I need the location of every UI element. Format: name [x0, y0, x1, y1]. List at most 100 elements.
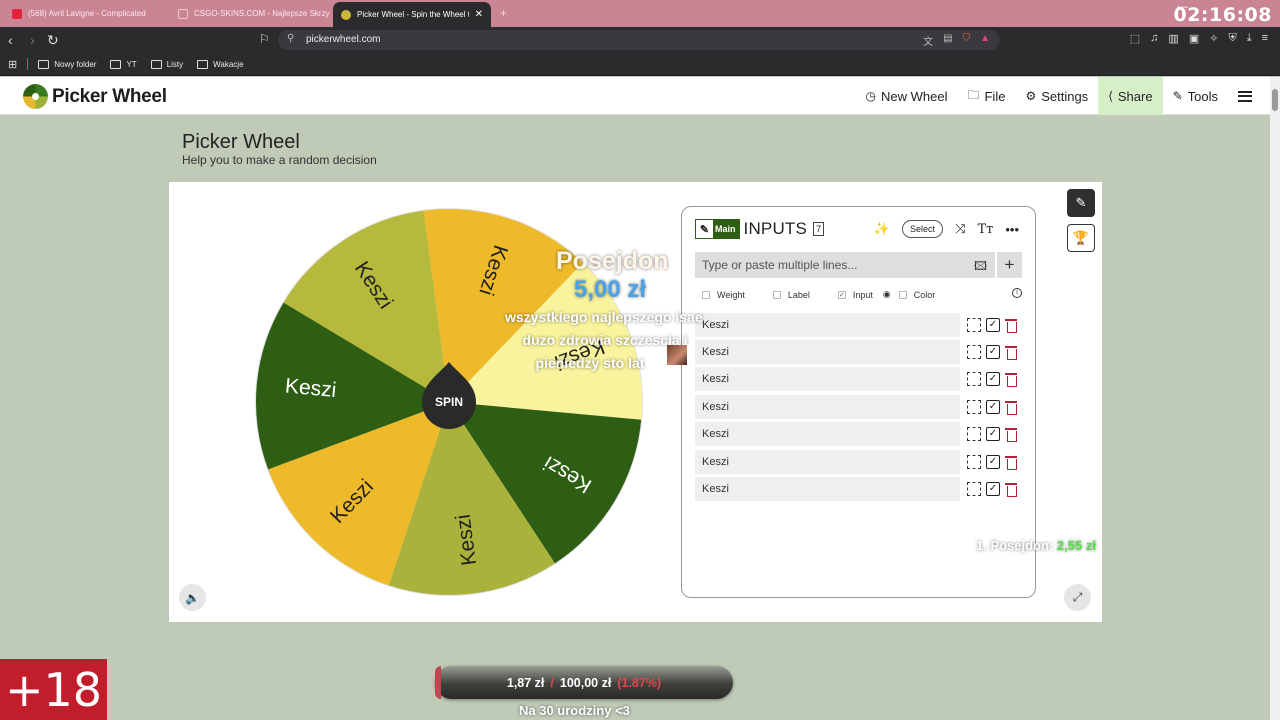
media-icon[interactable]: ♫ [1150, 32, 1158, 45]
reload-icon[interactable]: ↻ [47, 31, 59, 49]
fullscreen-button[interactable]: ⤢ [1064, 584, 1091, 611]
eye-icon[interactable]: ◉ [883, 289, 891, 300]
trash-icon[interactable] [1005, 482, 1017, 498]
top-donor: 1. Posejdon: 2,55 zł [976, 538, 1096, 553]
entry-checkbox[interactable]: ✓ [986, 482, 1000, 497]
bookmark-folder[interactable]: Listy [150, 59, 183, 69]
nav-file[interactable]: 🗀 File [957, 77, 1015, 115]
input-checkbox[interactable]: ✓ [837, 290, 846, 299]
entry-checkbox[interactable]: ✓ [986, 399, 1000, 414]
extensions-icon[interactable]: ⬚ [1130, 32, 1140, 45]
site-header: Picker Wheel ◷ New Wheel 🗀 File ⚙ Settin… [0, 77, 1270, 115]
shuffle-icon[interactable]: ⤨ [955, 221, 965, 237]
option-label[interactable]: Label [772, 289, 810, 300]
entry-text[interactable]: Keszi [695, 367, 960, 392]
forward-icon[interactable]: › [30, 31, 35, 49]
edit-inputs-button[interactable]: ✎ [1067, 189, 1095, 217]
trash-icon[interactable] [1005, 318, 1017, 333]
new-tab-button[interactable]: + [500, 6, 507, 20]
leo-ai-icon[interactable]: ✧ [1209, 32, 1218, 45]
tab-picker-wheel[interactable]: Picker Wheel - Spin the Wheel to ✕ [333, 2, 491, 27]
page-scrollbar[interactable] [1270, 77, 1280, 720]
translate-icon[interactable]: 文 [923, 33, 933, 48]
entry-checkbox[interactable]: ✓ [986, 317, 1000, 332]
bookmark-folder[interactable]: YT [110, 59, 137, 69]
donor-avatar [667, 345, 687, 365]
brave-shield-icon[interactable]: ⛉ [963, 33, 971, 48]
more-options-icon[interactable]: ••• [1005, 222, 1019, 237]
goal-target: 100,00 zł [559, 675, 612, 690]
duplicate-icon[interactable] [967, 482, 981, 497]
sound-toggle-button[interactable]: 🔈 [179, 584, 206, 611]
folder-icon [150, 59, 162, 69]
tab-csgo-skins[interactable]: CSGO-SKINS.COM - Najlepsze Skrzynki [170, 2, 330, 25]
bookmark-folder[interactable]: Wakacje [197, 59, 244, 69]
bookmark-label: YT [126, 59, 137, 69]
brave-rewards-icon[interactable]: ▲ [980, 33, 990, 48]
menu-icon[interactable]: ≡ [1262, 32, 1268, 45]
download-icon[interactable]: ⤓ [1247, 32, 1252, 45]
apps-grid-icon[interactable]: ⊞ [8, 58, 17, 71]
donation-message-line: wszystkiego najlepszego isae [505, 309, 703, 325]
nav-settings[interactable]: ⚙ Settings [1015, 77, 1098, 115]
entry-text[interactable]: Keszi [695, 312, 960, 337]
entry-checkbox[interactable]: ✓ [986, 372, 1000, 387]
main-tab[interactable]: ✎ Main [695, 219, 740, 239]
select-button[interactable]: Select [902, 220, 944, 238]
info-icon[interactable]: i [1012, 288, 1022, 298]
color-checkbox[interactable] [898, 290, 907, 299]
nav-share[interactable]: ⟨ Share [1098, 77, 1163, 115]
back-icon[interactable]: ‹ [8, 31, 13, 49]
image-upload-icon[interactable]: 🖾 [974, 257, 987, 278]
vpn-icon[interactable]: ⛨ [1228, 32, 1236, 45]
entry-text[interactable]: Keszi [695, 394, 960, 419]
results-button[interactable]: 🏆 [1067, 224, 1095, 252]
add-entry-button[interactable]: + [997, 252, 1022, 278]
trophy-icon: 🏆 [1072, 230, 1090, 245]
weight-checkbox[interactable] [702, 290, 710, 299]
entry-input[interactable]: Type or paste multiple lines... 🖾 [695, 252, 995, 278]
duplicate-icon[interactable] [967, 372, 981, 387]
nav-new-wheel[interactable]: ◷ New Wheel [856, 77, 958, 115]
entry-checkbox[interactable]: ✓ [986, 345, 1000, 360]
option-label: Label [787, 289, 810, 300]
trash-icon[interactable] [1005, 455, 1017, 470]
bookmark-icon[interactable]: ⚐ [259, 32, 270, 46]
duplicate-icon[interactable] [967, 317, 981, 332]
duplicate-icon[interactable] [967, 345, 981, 360]
entry-checkbox[interactable]: ✓ [986, 427, 1000, 442]
trash-icon[interactable] [1005, 427, 1017, 443]
entry-text[interactable]: Keszi [695, 477, 960, 502]
entry-text[interactable]: Keszi [695, 340, 960, 365]
duplicate-icon[interactable] [967, 399, 981, 414]
trash-icon[interactable] [1005, 372, 1017, 388]
address-bar[interactable]: ⚲ pickerwheel.com 文 ▤ ⛉ ▲ [278, 30, 1000, 50]
label-checkbox[interactable] [772, 290, 781, 299]
sidebar-icon[interactable]: ▥ [1168, 32, 1178, 45]
option-color[interactable]: Color [898, 290, 935, 300]
entry-text[interactable]: Keszi [695, 449, 960, 474]
close-tab-icon[interactable]: ✕ [475, 9, 483, 20]
tab-youtube[interactable]: (568) Avril Lavigne - Complicated [4, 2, 167, 25]
logo-text: Picker Wheel [52, 85, 167, 107]
trash-icon[interactable] [1005, 345, 1017, 361]
duplicate-icon[interactable] [967, 427, 981, 442]
nav-tools[interactable]: ✎ Tools [1163, 77, 1228, 115]
site-info-icon[interactable]: ⚲ [287, 33, 294, 44]
bookmark-folder[interactable]: Nowy folder [38, 59, 96, 69]
scrollbar-thumb[interactable] [1272, 89, 1278, 111]
site-logo[interactable]: Picker Wheel [23, 84, 167, 109]
text-size-icon[interactable]: Tт [977, 222, 993, 237]
trash-icon[interactable] [1005, 400, 1017, 415]
option-weight[interactable]: Weight [702, 290, 745, 300]
duplicate-icon[interactable] [967, 454, 981, 469]
option-input[interactable]: ✓ Input [837, 290, 873, 300]
folder-icon: 🗀 [967, 87, 980, 102]
entry-checkbox[interactable]: ✓ [986, 454, 1000, 469]
tab-title: CSGO-SKINS.COM - Najlepsze Skrzynki [194, 9, 330, 18]
wallet-icon[interactable]: ▣ [1189, 32, 1199, 45]
entry-text[interactable]: Keszi [695, 422, 960, 447]
ai-magic-wand-icon[interactable]: ✨ [874, 221, 890, 237]
hamburger-menu-icon[interactable] [1238, 90, 1252, 102]
reader-mode-icon[interactable]: ▤ [943, 33, 952, 48]
